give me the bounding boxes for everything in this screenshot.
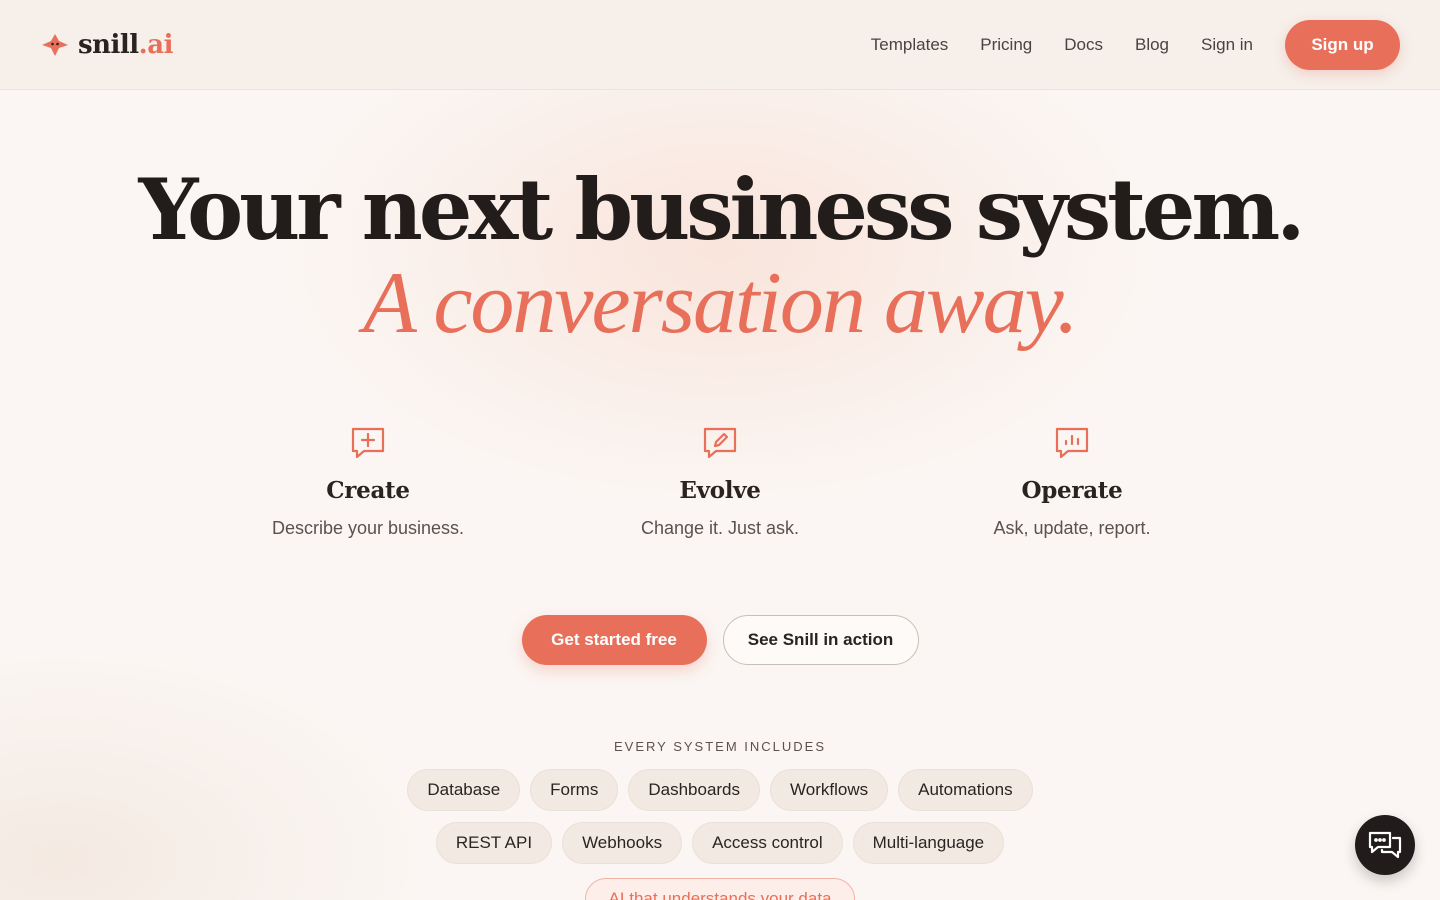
feature-evolve: Evolve Change it. Just ask. — [544, 425, 896, 539]
nav-docs[interactable]: Docs — [1064, 35, 1103, 55]
chip-multi-language: Multi-language — [852, 822, 1005, 864]
includes-label: EVERY SYSTEM INCLUDES — [613, 739, 826, 754]
get-started-button[interactable]: Get started free — [521, 615, 707, 665]
brand-wordmark: snill.ai — [78, 30, 173, 60]
chip-dashboards: Dashboards — [628, 769, 761, 811]
feature-chips-row-2: REST API Webhooks Access control Multi-l… — [0, 822, 1440, 864]
chip-access-control: Access control — [692, 822, 843, 864]
brand-name: snill — [78, 29, 139, 60]
brand-ext: .ai — [138, 29, 174, 60]
feature-desc: Ask, update, report. — [993, 518, 1151, 538]
feature-title: Create — [326, 477, 410, 504]
chip-workflows: Workflows — [770, 769, 889, 811]
see-in-action-button[interactable]: See Snill in action — [722, 615, 919, 665]
feature-title: Operate — [1021, 477, 1123, 504]
feature-desc: Change it. Just ask. — [640, 518, 800, 538]
nav-pricing[interactable]: Pricing — [980, 35, 1032, 55]
chip-forms: Forms — [530, 769, 619, 811]
chip-rest-api: REST API — [435, 822, 553, 864]
pencil-square-icon — [703, 427, 737, 459]
chat-bubbles-icon — [1368, 831, 1402, 859]
feature-chips-row-1: Database Forms Dashboards Workflows Auto… — [0, 769, 1440, 811]
cta-group: Get started free See Snill in action — [0, 615, 1440, 665]
feature-title: Evolve — [679, 477, 761, 504]
features: Create Describe your business. Evolve Ch… — [192, 425, 1248, 539]
chip-automations: Automations — [898, 769, 1033, 811]
chat-widget-button[interactable] — [1355, 815, 1415, 875]
hero-title: Your next business system. — [138, 160, 1305, 259]
brand-logo-link[interactable]: snill.ai — [40, 30, 173, 60]
chip-ai-understands-data: AI that understands your data — [585, 878, 855, 900]
hero: Your next business system. A conversatio… — [0, 160, 1440, 352]
main-nav: Templates Pricing Docs Blog Sign in Sign… — [839, 19, 1400, 70]
site-header: snill.ai Templates Pricing Docs Blog Sig… — [0, 0, 1440, 90]
message-plus-icon — [351, 427, 385, 459]
fox-logo-icon — [42, 33, 68, 56]
feature-create: Create Describe your business. — [192, 425, 544, 539]
nav-sign-in[interactable]: Sign in — [1201, 35, 1253, 55]
hero-subtitle: A conversation away. — [363, 255, 1079, 352]
feature-desc: Describe your business. — [271, 518, 465, 538]
nav-templates[interactable]: Templates — [871, 35, 948, 55]
chip-database: Database — [407, 769, 521, 811]
nav-blog[interactable]: Blog — [1135, 35, 1169, 55]
feature-operate: Operate Ask, update, report. — [896, 425, 1248, 539]
sign-up-button[interactable]: Sign up — [1285, 19, 1400, 70]
chip-webhooks: Webhooks — [562, 822, 683, 864]
message-chart-icon — [1055, 427, 1089, 459]
